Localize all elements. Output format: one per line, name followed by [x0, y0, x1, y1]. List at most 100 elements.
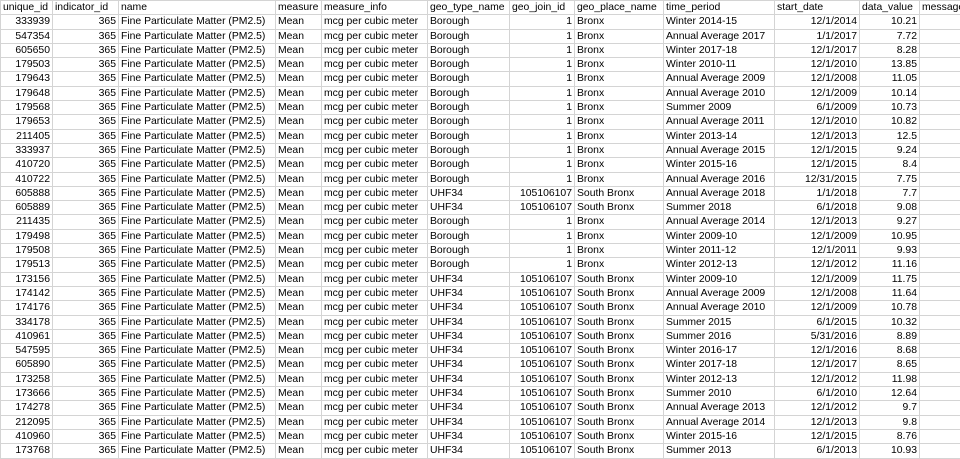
cell-start-date[interactable]: 1/1/2017: [775, 29, 860, 43]
cell-geo-type-name[interactable]: Borough: [428, 43, 510, 57]
cell-name[interactable]: Fine Particulate Matter (PM2.5): [119, 72, 276, 86]
cell-geo-place-name[interactable]: South Bronx: [575, 186, 664, 200]
cell-time-period[interactable]: Summer 2018: [664, 201, 775, 215]
cell-measure[interactable]: Mean: [276, 172, 322, 186]
column-header-indicator-id[interactable]: indicator_id: [53, 1, 119, 15]
cell-geo-place-name[interactable]: Bronx: [575, 172, 664, 186]
cell-geo-place-name[interactable]: South Bronx: [575, 329, 664, 343]
cell-indicator-id[interactable]: 365: [53, 429, 119, 443]
cell-data-value[interactable]: 9.7: [860, 401, 920, 415]
cell-data-value[interactable]: 9.93: [860, 244, 920, 258]
cell-measure-info[interactable]: mcg per cubic meter: [322, 129, 428, 143]
cell-indicator-id[interactable]: 365: [53, 286, 119, 300]
cell-start-date[interactable]: 12/1/2015: [775, 158, 860, 172]
cell-unique-id[interactable]: 211435: [1, 215, 53, 229]
cell-geo-type-name[interactable]: UHF34: [428, 401, 510, 415]
cell-unique-id[interactable]: 605889: [1, 201, 53, 215]
cell-indicator-id[interactable]: 365: [53, 301, 119, 315]
cell-indicator-id[interactable]: 365: [53, 229, 119, 243]
cell-message[interactable]: [920, 215, 960, 229]
cell-start-date[interactable]: 5/31/2016: [775, 329, 860, 343]
cell-measure[interactable]: Mean: [276, 72, 322, 86]
cell-indicator-id[interactable]: 365: [53, 329, 119, 343]
cell-measure[interactable]: Mean: [276, 272, 322, 286]
cell-indicator-id[interactable]: 365: [53, 86, 119, 100]
cell-name[interactable]: Fine Particulate Matter (PM2.5): [119, 58, 276, 72]
cell-unique-id[interactable]: 173258: [1, 372, 53, 386]
cell-geo-join-id[interactable]: 105106107: [510, 301, 575, 315]
cell-start-date[interactable]: 12/1/2013: [775, 415, 860, 429]
cell-message[interactable]: [920, 286, 960, 300]
cell-unique-id[interactable]: 179653: [1, 115, 53, 129]
cell-measure-info[interactable]: mcg per cubic meter: [322, 86, 428, 100]
cell-geo-place-name[interactable]: Bronx: [575, 244, 664, 258]
cell-geo-place-name[interactable]: South Bronx: [575, 387, 664, 401]
cell-measure[interactable]: Mean: [276, 387, 322, 401]
cell-geo-type-name[interactable]: Borough: [428, 143, 510, 157]
cell-message[interactable]: [920, 101, 960, 115]
cell-time-period[interactable]: Summer 2009: [664, 101, 775, 115]
column-header-geo-place-name[interactable]: geo_place_name: [575, 1, 664, 15]
cell-measure-info[interactable]: mcg per cubic meter: [322, 215, 428, 229]
cell-message[interactable]: [920, 15, 960, 29]
cell-geo-place-name[interactable]: Bronx: [575, 86, 664, 100]
cell-indicator-id[interactable]: 365: [53, 272, 119, 286]
cell-unique-id[interactable]: 179513: [1, 258, 53, 272]
cell-start-date[interactable]: 12/1/2010: [775, 115, 860, 129]
cell-geo-join-id[interactable]: 105106107: [510, 415, 575, 429]
cell-geo-join-id[interactable]: 1: [510, 258, 575, 272]
cell-measure[interactable]: Mean: [276, 315, 322, 329]
cell-geo-type-name[interactable]: Borough: [428, 15, 510, 29]
cell-data-value[interactable]: 10.95: [860, 229, 920, 243]
cell-geo-type-name[interactable]: UHF34: [428, 329, 510, 343]
cell-geo-type-name[interactable]: Borough: [428, 58, 510, 72]
cell-measure[interactable]: Mean: [276, 229, 322, 243]
cell-time-period[interactable]: Summer 2010: [664, 387, 775, 401]
cell-indicator-id[interactable]: 365: [53, 372, 119, 386]
cell-measure[interactable]: Mean: [276, 201, 322, 215]
cell-time-period[interactable]: Annual Average 2014: [664, 215, 775, 229]
cell-measure[interactable]: Mean: [276, 29, 322, 43]
cell-measure-info[interactable]: mcg per cubic meter: [322, 415, 428, 429]
cell-geo-type-name[interactable]: Borough: [428, 29, 510, 43]
cell-measure[interactable]: Mean: [276, 15, 322, 29]
cell-data-value[interactable]: 11.05: [860, 72, 920, 86]
cell-geo-join-id[interactable]: 105106107: [510, 387, 575, 401]
cell-name[interactable]: Fine Particulate Matter (PM2.5): [119, 172, 276, 186]
cell-measure-info[interactable]: mcg per cubic meter: [322, 244, 428, 258]
cell-message[interactable]: [920, 301, 960, 315]
cell-name[interactable]: Fine Particulate Matter (PM2.5): [119, 329, 276, 343]
cell-geo-join-id[interactable]: 1: [510, 101, 575, 115]
cell-measure-info[interactable]: mcg per cubic meter: [322, 15, 428, 29]
cell-geo-join-id[interactable]: 1: [510, 72, 575, 86]
cell-start-date[interactable]: 12/1/2010: [775, 58, 860, 72]
cell-time-period[interactable]: Annual Average 2010: [664, 301, 775, 315]
cell-measure-info[interactable]: mcg per cubic meter: [322, 372, 428, 386]
cell-message[interactable]: [920, 201, 960, 215]
cell-measure[interactable]: Mean: [276, 329, 322, 343]
column-header-measure[interactable]: measure: [276, 1, 322, 15]
cell-name[interactable]: Fine Particulate Matter (PM2.5): [119, 86, 276, 100]
cell-indicator-id[interactable]: 365: [53, 58, 119, 72]
column-header-geo-join-id[interactable]: geo_join_id: [510, 1, 575, 15]
cell-measure[interactable]: Mean: [276, 429, 322, 443]
cell-geo-join-id[interactable]: 1: [510, 172, 575, 186]
cell-measure[interactable]: Mean: [276, 286, 322, 300]
cell-name[interactable]: Fine Particulate Matter (PM2.5): [119, 272, 276, 286]
cell-geo-join-id[interactable]: 105106107: [510, 286, 575, 300]
cell-geo-type-name[interactable]: Borough: [428, 244, 510, 258]
cell-unique-id[interactable]: 174176: [1, 301, 53, 315]
cell-geo-place-name[interactable]: Bronx: [575, 58, 664, 72]
cell-unique-id[interactable]: 410960: [1, 429, 53, 443]
cell-geo-join-id[interactable]: 1: [510, 43, 575, 57]
cell-unique-id[interactable]: 173156: [1, 272, 53, 286]
cell-indicator-id[interactable]: 365: [53, 401, 119, 415]
cell-name[interactable]: Fine Particulate Matter (PM2.5): [119, 43, 276, 57]
cell-message[interactable]: [920, 244, 960, 258]
cell-geo-join-id[interactable]: 105106107: [510, 344, 575, 358]
cell-data-value[interactable]: 10.32: [860, 315, 920, 329]
cell-unique-id[interactable]: 410720: [1, 158, 53, 172]
cell-time-period[interactable]: Winter 2009-10: [664, 229, 775, 243]
cell-unique-id[interactable]: 547595: [1, 344, 53, 358]
cell-indicator-id[interactable]: 365: [53, 315, 119, 329]
